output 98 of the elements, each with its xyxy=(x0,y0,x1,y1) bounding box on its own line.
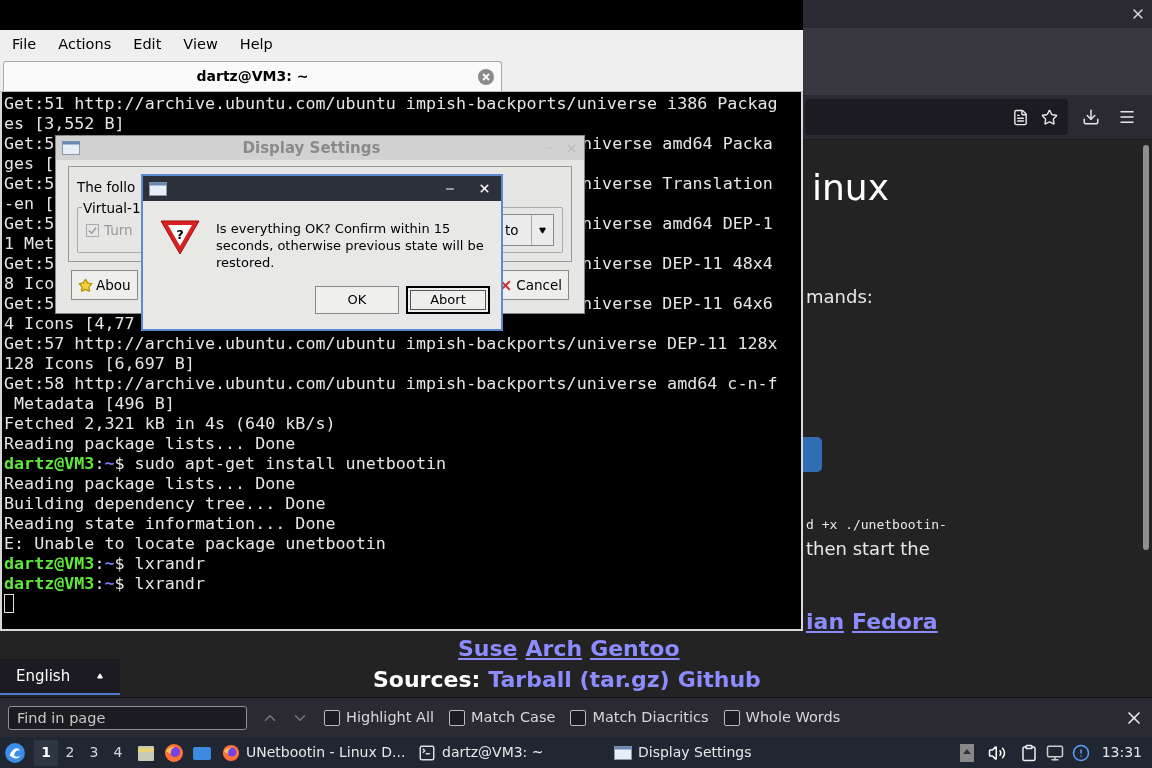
terminal-text: es [3,552 B] xyxy=(4,113,125,133)
task-button[interactable]: Display Settings xyxy=(610,738,806,767)
download-icon[interactable] xyxy=(1082,108,1100,126)
workspace-button[interactable]: 4 xyxy=(106,739,130,766)
mode-combo[interactable]: to xyxy=(500,214,554,247)
checkbox-label: Highlight All xyxy=(346,707,435,727)
page-link[interactable]: ian xyxy=(806,609,845,635)
menu-item[interactable]: View xyxy=(173,33,228,56)
terminal-text: Get:57 http://archive.ubuntu.com/ubuntu impish-backports/universe DEP-11 128x xyxy=(4,333,778,353)
terminal-text: E: Unable to locate package unetbootin xyxy=(4,533,386,553)
terminal-text: ges [ xyxy=(4,153,55,173)
terminal-text: -en [ xyxy=(4,193,55,213)
workspace-button[interactable]: 1 xyxy=(34,739,58,766)
terminal-text: niverse DEP-11 64x6 xyxy=(582,293,773,313)
confirm-message: Is everything OK? Confirm within 15 seconds, otherwise previous state will be restored. xyxy=(216,220,485,271)
checkbox[interactable] xyxy=(449,709,466,726)
terminal-text: Get:5 xyxy=(4,253,55,273)
code-text: d +x ./unetbootin- xyxy=(806,517,947,533)
checkbox-label: Whole Words xyxy=(745,707,841,727)
page-link[interactable]: Suse xyxy=(458,636,518,662)
browser-icon xyxy=(222,743,240,762)
about-button[interactable]: Abou xyxy=(71,270,138,300)
caret-icon xyxy=(538,226,547,234)
terminal-prompt: dartz@VM3:~$ lxrandr xyxy=(4,553,205,573)
window-icon xyxy=(149,181,167,196)
terminal-icon xyxy=(418,743,436,762)
window-icon xyxy=(614,745,632,760)
terminal-text: Get:51 http://archive.ubuntu.com/ubuntu impish-backports/universe i386 Packag xyxy=(4,93,778,113)
page-link[interactable]: Github xyxy=(677,668,761,692)
page-link[interactable]: Tarball (tar.gz) xyxy=(488,668,670,692)
terminal-text: niverse DEP-11 48x4 xyxy=(582,253,773,273)
browser-icon xyxy=(164,742,184,763)
terminal-tab[interactable]: dartz@VM3: ~ xyxy=(3,61,502,91)
warning-icon: ? xyxy=(158,217,202,257)
task-button[interactable]: dartz@VM3: ~ xyxy=(414,738,610,767)
terminal-text: 8 Ico xyxy=(4,273,55,293)
page-link[interactable]: Arch xyxy=(525,636,583,662)
terminal-text: 4 Icons [4,77 xyxy=(4,313,135,333)
terminal-text: Get:5 xyxy=(4,133,55,153)
page-link[interactable]: Gentoo xyxy=(590,636,680,662)
find-field[interactable]: Find in page xyxy=(8,705,247,730)
star-icon xyxy=(78,277,93,293)
task-button[interactable]: UNetbootin - Linux D... xyxy=(218,738,414,767)
page-text: then start the xyxy=(806,538,930,560)
workspace-button[interactable]: 3 xyxy=(82,739,106,766)
window-icon xyxy=(62,141,80,155)
terminal-prompt: dartz@VM3:~$ lxrandr xyxy=(4,573,205,593)
page-link[interactable]: Fedora xyxy=(852,609,938,635)
checkbox-label: Turn xyxy=(104,221,133,241)
terminal-text: Get:5 xyxy=(4,173,55,193)
terminal-text: 1 Met xyxy=(4,233,55,253)
page-heading: inux xyxy=(812,168,889,208)
page-text: mands: xyxy=(806,286,873,308)
terminal-text: Reading package lists... Done xyxy=(4,433,296,453)
star-icon[interactable] xyxy=(1041,108,1058,126)
terminal-text: niverse amd64 Packa xyxy=(582,133,773,153)
checkbox[interactable] xyxy=(570,709,587,726)
menu-item[interactable]: Help xyxy=(229,33,283,56)
terminal-text: niverse Translation xyxy=(582,173,773,193)
terminal-text: Fetched 2,321 kB in 4s (640 kB/s) xyxy=(4,413,336,433)
start-menu-icon[interactable] xyxy=(4,741,26,764)
terminal-text: niverse amd64 DEP-1 xyxy=(582,213,773,233)
menu-item[interactable]: Edit xyxy=(123,33,172,56)
clipboard-icon[interactable] xyxy=(1019,743,1038,762)
terminal-text: Metadata [496 B] xyxy=(13,393,175,413)
terminal-text: Get:5 xyxy=(4,213,55,233)
checkbox-label: Match Diacritics xyxy=(592,707,709,727)
checkbox-label: Match Case xyxy=(471,707,556,727)
terminal-text: Get:5 xyxy=(4,293,55,313)
address-bar[interactable] xyxy=(805,99,1068,135)
terminal-text: Get:58 http://archive.ubuntu.com/ubuntu impish-backports/universe amd64 c-n-f xyxy=(4,373,778,393)
close-icon[interactable] xyxy=(478,182,491,195)
terminal-text: Building dependency tree... Done xyxy=(4,493,326,513)
notification-icon[interactable] xyxy=(1071,743,1090,762)
menu-item[interactable]: Actions xyxy=(48,33,122,56)
terminal-prompt: dartz@VM3:~$ sudo apt-get install unetbootin xyxy=(4,453,447,473)
checkbox[interactable] xyxy=(723,709,740,726)
terminal-text: Reading state information... Done xyxy=(4,513,336,533)
sources-label: Sources: xyxy=(373,668,481,692)
network-icon[interactable] xyxy=(1045,743,1064,762)
window-title: Display Settings xyxy=(241,137,382,159)
language-dropdown[interactable]: English xyxy=(0,659,120,695)
terminal-text: Reading package lists... Done xyxy=(4,473,296,493)
menu-icon[interactable] xyxy=(1118,108,1136,126)
intro-text: The follo xyxy=(77,179,136,195)
tab-title: dartz@VM3: ~ xyxy=(196,67,309,86)
dialog-button[interactable]: OK xyxy=(315,286,399,314)
tray-expand-icon[interactable] xyxy=(959,743,974,762)
menu-item[interactable]: File xyxy=(2,33,47,56)
reader-view-icon[interactable] xyxy=(1012,108,1029,126)
caret-icon xyxy=(96,673,104,679)
checkbox[interactable] xyxy=(324,709,340,726)
dialog-button[interactable]: Abort xyxy=(406,286,490,314)
workspace-button[interactable]: 2 xyxy=(58,739,82,766)
terminal-cursor xyxy=(4,593,14,613)
volume-icon[interactable] xyxy=(987,743,1006,762)
clock[interactable]: 13:31 xyxy=(1101,742,1142,763)
terminal-text: 128 Icons [6,697 B] xyxy=(4,353,195,373)
